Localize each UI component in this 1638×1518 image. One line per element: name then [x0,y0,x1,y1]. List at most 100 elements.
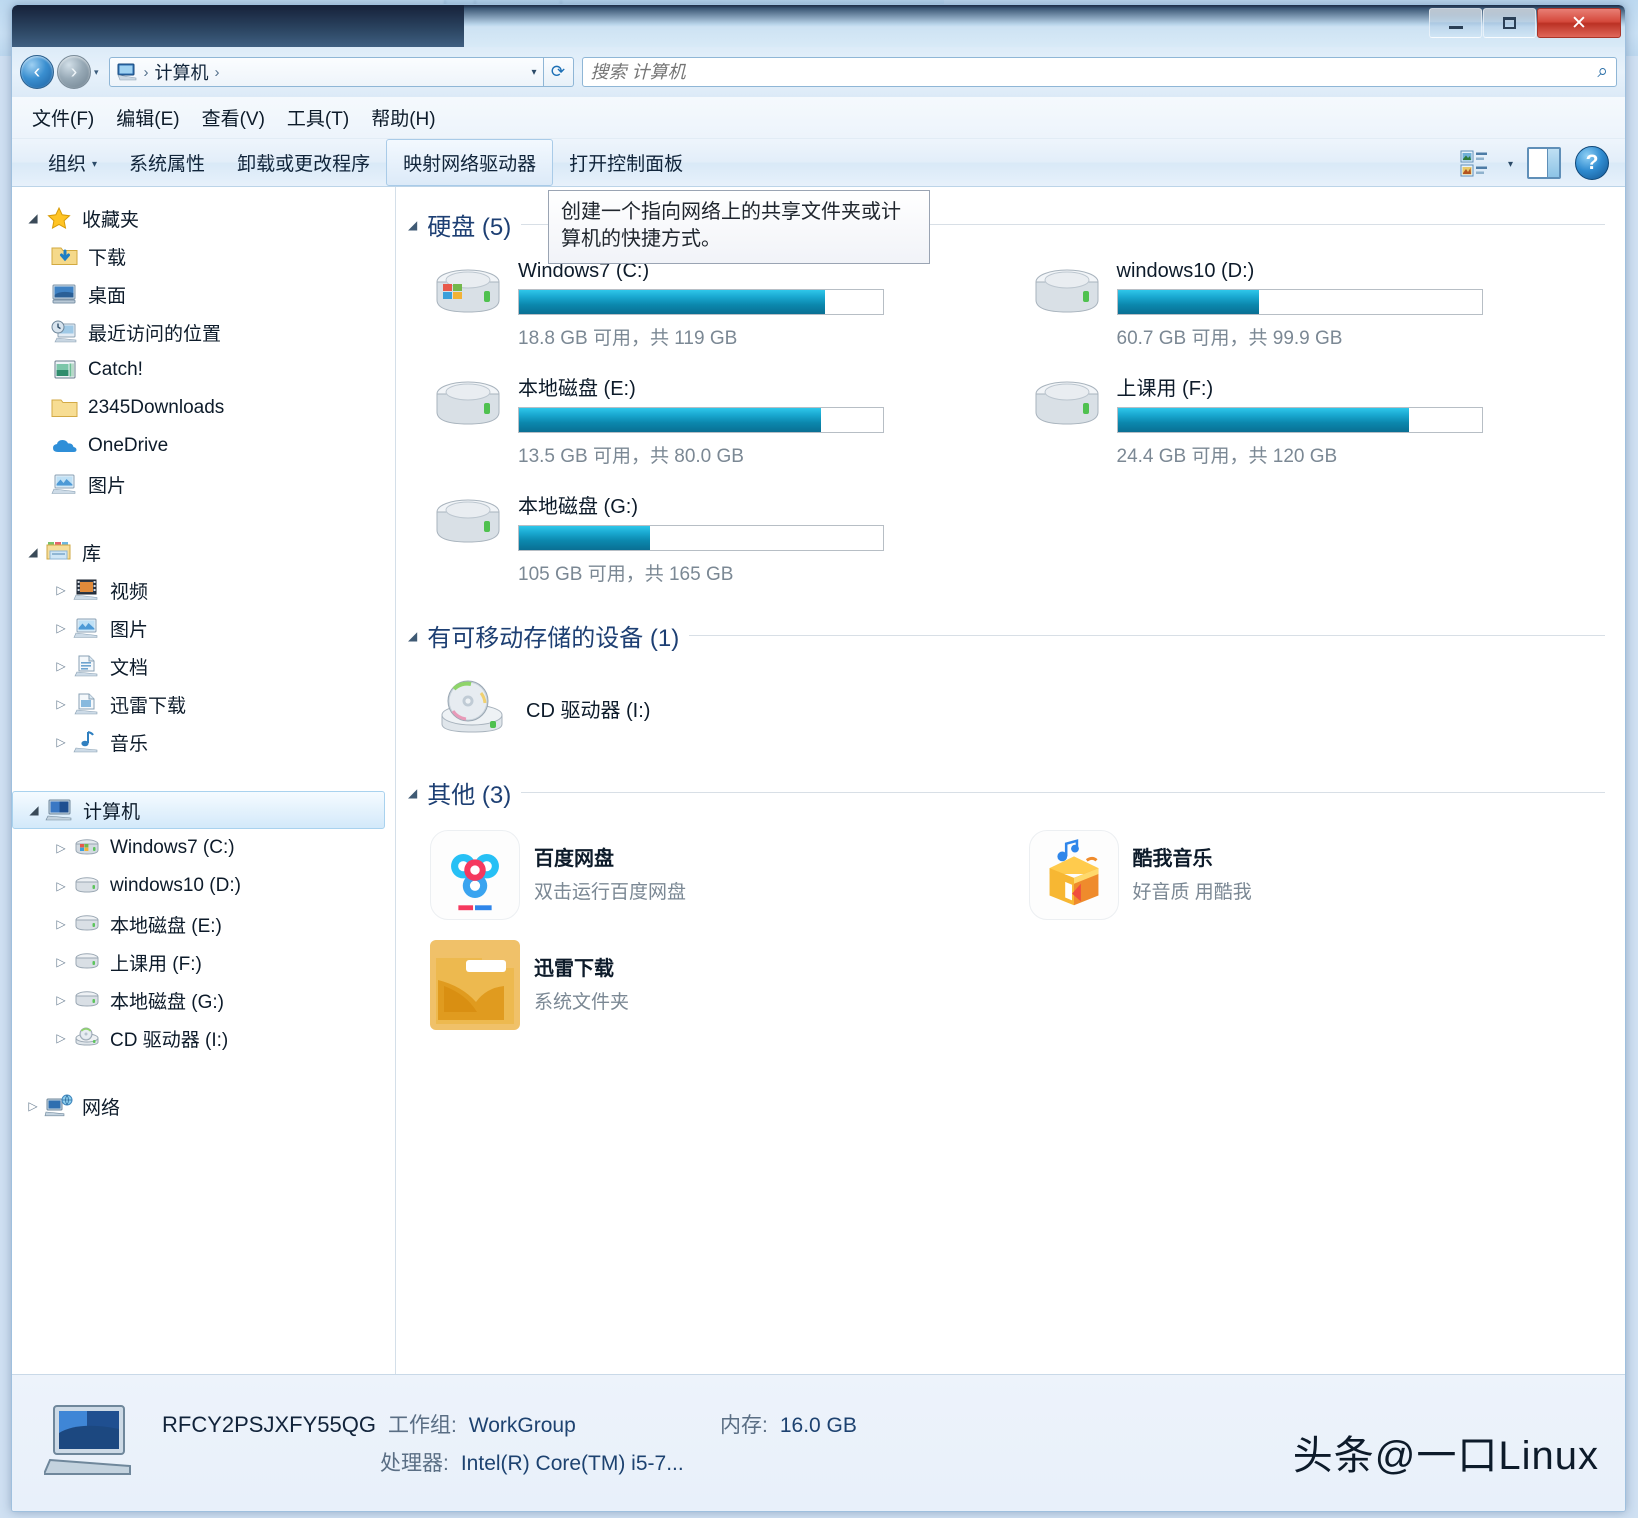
twisty-collapsed-icon[interactable]: ▷ [50,697,72,711]
forward-button[interactable]: › [57,55,91,89]
twisty-collapsed-icon[interactable]: ▷ [50,879,72,893]
drive-name: 上课用 (F:) [1117,372,1606,401]
uninstall-change-program-button[interactable]: 卸载或更改程序 [221,140,386,185]
address-bar[interactable]: › 计算机 › ▾ [109,57,544,87]
twisty-expanded-icon[interactable]: ◢ [22,211,44,225]
minimize-button[interactable] [1429,8,1482,38]
sidebar-item-2345downloads[interactable]: 2345Downloads [12,389,395,427]
twisty-collapsed-icon[interactable]: ▷ [22,1099,44,1113]
sidebar-item-drive-f[interactable]: ▷ 上课用 (F:) [12,943,395,981]
other-name: 酷我音乐 [1133,842,1252,871]
back-button[interactable]: ‹ [20,55,54,89]
section-header-other[interactable]: ◢ 其他 (3) [408,775,1605,810]
other-item-kuwo-music[interactable]: 酷我音乐 好音质 用酷我 [1007,820,1606,930]
sidebar-label: OneDrive [88,435,168,457]
organize-button[interactable]: 组织 ▾ [32,140,113,185]
sidebar-item-drive-c[interactable]: ▷ Windows7 (C:) [12,829,395,867]
sidebar-label: Catch! [88,359,143,381]
breadcrumb-separator: › [140,64,153,81]
videos-icon [72,577,102,603]
sidebar-item-music[interactable]: ▷ 音乐 [12,723,395,761]
twisty-collapsed-icon[interactable]: ▷ [50,621,72,635]
twisty-expanded-icon[interactable]: ◢ [408,786,417,800]
memory-label: 内存: [720,1409,768,1439]
twisty-collapsed-icon[interactable]: ▷ [50,1031,72,1045]
navigation-pane[interactable]: ◢ 收藏夹 下载 [12,187,396,1374]
sidebar-label: 文档 [110,653,148,680]
maximize-button[interactable] [1483,8,1536,38]
menu-file[interactable]: 文件(F) [32,104,94,131]
tree-group-network: ▷ 网络 [12,1087,395,1125]
sidebar-item-libraries[interactable]: ◢ 库 [12,533,395,571]
menu-tools[interactable]: 工具(T) [287,104,349,131]
menu-view[interactable]: 查看(V) [202,104,265,131]
twisty-expanded-icon[interactable]: ◢ [22,545,44,559]
recent-places-icon [50,319,80,345]
twisty-collapsed-icon[interactable]: ▷ [50,735,72,749]
map-network-drive-button[interactable]: 映射网络驱动器 [386,139,553,186]
sidebar-label: 2345Downloads [88,397,224,419]
refresh-button[interactable]: ⟳ [544,57,574,87]
drive-item-g[interactable]: 本地磁盘 (G:) 105 GB 可用，共 165 GB [408,482,1007,600]
twisty-collapsed-icon[interactable]: ▷ [50,955,72,969]
menu-help[interactable]: 帮助(H) [371,104,435,131]
sidebar-item-drive-g[interactable]: ▷ 本地磁盘 (G:) [12,981,395,1019]
recent-locations-dropdown[interactable]: ▾ [94,67,99,78]
section-header-removable[interactable]: ◢ 有可移动存储的设备 (1) [408,618,1605,653]
drive-capacity-text: 105 GB 可用，共 165 GB [518,559,1007,586]
breadcrumb-item-computer[interactable]: 计算机 [153,59,211,85]
address-dropdown-icon[interactable]: ▾ [532,67,537,78]
drive-item-c[interactable]: Windows7 (C:) 18.8 GB 可用，共 119 GB [408,252,1007,364]
search-input[interactable] [591,62,1598,83]
preview-pane-icon[interactable] [1527,147,1561,179]
device-name: CD 驱动器 (I:) [526,694,650,723]
window-controls: ✕ [1429,8,1621,38]
twisty-collapsed-icon[interactable]: ▷ [50,659,72,673]
drive-item-f[interactable]: 上课用 (F:) 24.4 GB 可用，共 120 GB [1007,364,1606,482]
sidebar-item-computer[interactable]: ◢ 计算机 [12,791,385,829]
view-options-icon[interactable] [1460,148,1494,178]
sidebar-item-favorites[interactable]: ◢ 收藏夹 [12,199,395,237]
twisty-expanded-icon[interactable]: ◢ [23,803,45,817]
sidebar-item-cd-drive[interactable]: ▷ CD 驱动器 (I:) [12,1019,395,1057]
tree-group-libraries: ◢ 库 ▷ [12,533,395,761]
pictures-icon [72,615,102,641]
baidu-netdisk-icon [430,830,520,920]
close-button[interactable]: ✕ [1537,8,1621,38]
sidebar-label: 收藏夹 [82,205,139,232]
removable-item-cd[interactable]: CD 驱动器 (I:) [408,663,1605,753]
help-icon[interactable]: ? [1575,146,1609,180]
other-item-thunder-download[interactable]: 迅雷下载 系统文件夹 [408,930,1007,1040]
sidebar-item-recent-places[interactable]: 最近访问的位置 [12,313,395,351]
search-box[interactable]: ⌕ [582,57,1617,87]
sidebar-item-videos[interactable]: ▷ 视频 [12,571,395,609]
sidebar-item-network[interactable]: ▷ 网络 [12,1087,395,1125]
content-pane[interactable]: ◢ 硬盘 (5) [396,187,1625,1374]
twisty-collapsed-icon[interactable]: ▷ [50,583,72,597]
twisty-collapsed-icon[interactable]: ▷ [50,841,72,855]
twisty-expanded-icon[interactable]: ◢ [408,629,417,643]
twisty-collapsed-icon[interactable]: ▷ [50,917,72,931]
twisty-expanded-icon[interactable]: ◢ [408,218,417,232]
open-control-panel-button[interactable]: 打开控制面板 [553,140,699,185]
view-dropdown-icon[interactable]: ▾ [1508,159,1513,170]
sidebar-item-drive-e[interactable]: ▷ 本地磁盘 (E:) [12,905,395,943]
sidebar-item-downloads[interactable]: 下载 [12,237,395,275]
twisty-collapsed-icon[interactable]: ▷ [50,993,72,1007]
sidebar-item-catch[interactable]: Catch! [12,351,395,389]
sidebar-item-thunder-download[interactable]: ▷ 迅雷下载 [12,685,395,723]
sidebar-item-pictures-lib[interactable]: ▷ 图片 [12,609,395,647]
menu-edit[interactable]: 编辑(E) [116,104,179,131]
sidebar-item-desktop[interactable]: 桌面 [12,275,395,313]
other-item-baidu-netdisk[interactable]: 百度网盘 双击运行百度网盘 [408,820,1007,930]
drive-item-e[interactable]: 本地磁盘 (E:) 13.5 GB 可用，共 80.0 GB [408,364,1007,482]
sidebar-item-documents[interactable]: ▷ 文档 [12,647,395,685]
sidebar-item-pictures-fav[interactable]: 图片 [12,465,395,503]
sidebar-item-drive-d[interactable]: ▷ windows10 (D:) [12,867,395,905]
drive-icon [72,911,102,937]
memory-value: 16.0 GB [780,1414,857,1438]
system-properties-button[interactable]: 系统属性 [113,140,221,185]
drive-item-d[interactable]: windows10 (D:) 60.7 GB 可用，共 99.9 GB [1007,252,1606,364]
breadcrumb-separator-2[interactable]: › [211,64,224,81]
sidebar-item-onedrive[interactable]: OneDrive [12,427,395,465]
